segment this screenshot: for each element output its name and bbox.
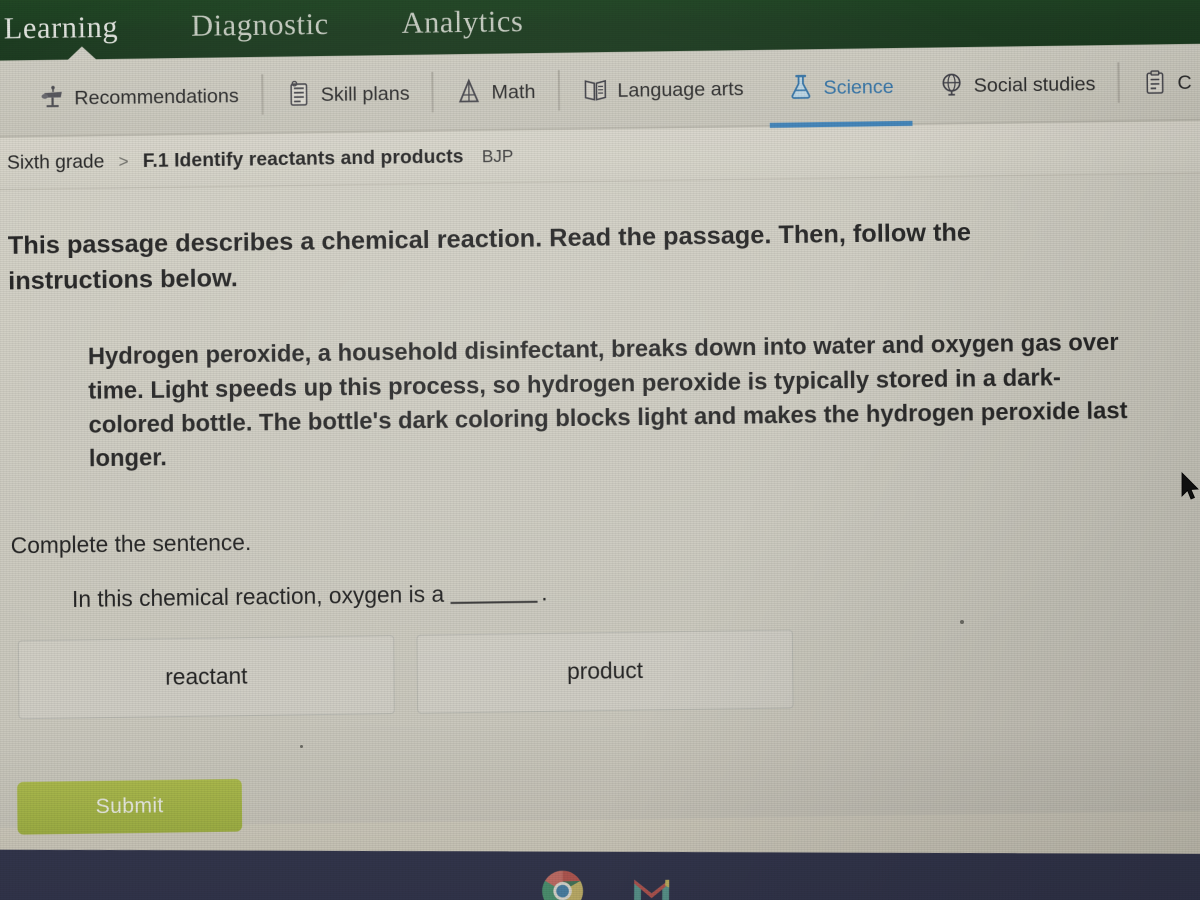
- nav-item-label: Science: [823, 75, 894, 99]
- flask-icon: [791, 74, 811, 99]
- nav-item-recommendations[interactable]: Recommendations: [16, 56, 261, 136]
- topnav-item-learning[interactable]: Learning: [4, 10, 119, 46]
- dust-speck: [300, 745, 303, 748]
- topnav-label: Learning: [3, 10, 119, 46]
- question-area: This passage describes a chemical reacti…: [0, 173, 1200, 836]
- topnav-item-diagnostic[interactable]: Diagnostic: [191, 8, 329, 44]
- nav-item-common-core[interactable]: C: [1119, 43, 1200, 121]
- fill-in-sentence: In this chemical reaction, oxygen is a.: [72, 571, 1200, 613]
- breadcrumb-skill-code: BJP: [481, 146, 514, 166]
- prompt-text: Complete the sentence.: [10, 530, 252, 559]
- chrome-icon[interactable]: [539, 868, 586, 900]
- nav-item-skill-plans[interactable]: Skill plans: [263, 54, 433, 133]
- submit-button[interactable]: Submit: [17, 779, 243, 836]
- answer-blank[interactable]: [450, 601, 538, 605]
- nav-item-label: Language arts: [617, 77, 744, 102]
- submit-row: Submit: [17, 766, 1200, 836]
- nav-item-label: Math: [491, 80, 536, 103]
- open-book-icon: [584, 79, 606, 101]
- mouse-cursor-icon: [1181, 472, 1199, 500]
- nav-item-social-studies[interactable]: Social studies: [916, 44, 1118, 124]
- answer-option-product[interactable]: product: [416, 629, 794, 715]
- answer-option-reactant[interactable]: reactant: [17, 635, 395, 720]
- dust-speck: [960, 620, 964, 624]
- nav-item-label: Skill plans: [320, 81, 410, 106]
- breadcrumb-skill: F.1 Identify reactants and products: [142, 145, 464, 172]
- passage-text: Hydrogen peroxide, a household disinfect…: [87, 328, 1128, 472]
- photographed-screen: Learning Diagnostic Analytics Recommenda…: [0, 0, 1200, 900]
- sentence-after-blank: .: [541, 580, 548, 607]
- compass-icon: [459, 78, 480, 103]
- gmail-icon[interactable]: [628, 868, 675, 900]
- os-taskbar: [0, 849, 1200, 900]
- answer-options: reactant product: [17, 624, 1200, 720]
- checklist-icon: [289, 80, 308, 106]
- nav-item-label: Social studies: [973, 72, 1096, 97]
- nav-item-label: Recommendations: [74, 84, 239, 109]
- breadcrumb-grade[interactable]: Sixth grade: [7, 151, 104, 175]
- globe-icon: [942, 73, 961, 96]
- topnav-label: Analytics: [401, 4, 524, 40]
- sentence-before-blank: In this chemical reaction, oxygen is a: [71, 582, 445, 613]
- nav-item-label: C: [1177, 70, 1192, 94]
- clipboard-icon: [1146, 70, 1164, 94]
- instructions-text: This passage describes a chemical reacti…: [7, 218, 972, 295]
- topnav-item-analytics[interactable]: Analytics: [401, 5, 523, 41]
- chevron-right-icon: >: [118, 151, 129, 171]
- ixl-app-window: Learning Diagnostic Analytics Recommenda…: [0, 0, 1200, 900]
- lectern-icon: [41, 85, 62, 108]
- answer-option-label: product: [566, 658, 644, 685]
- nav-item-language-arts[interactable]: Language arts: [559, 49, 766, 129]
- topnav-label: Diagnostic: [190, 7, 329, 43]
- nav-item-science[interactable]: Science: [765, 47, 916, 126]
- nav-item-math[interactable]: Math: [434, 52, 559, 131]
- answer-option-label: reactant: [165, 663, 248, 691]
